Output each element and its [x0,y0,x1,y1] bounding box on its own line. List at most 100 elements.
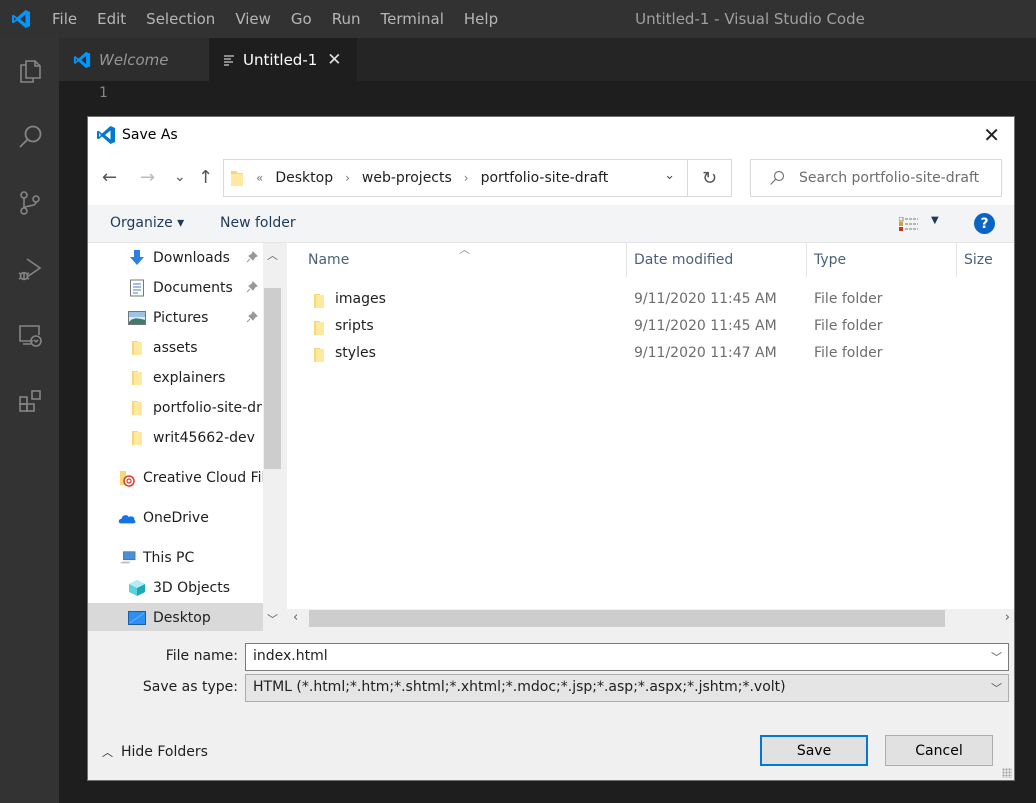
creative-cloud-icon [118,469,136,487]
back-button[interactable]: ← [102,167,117,188]
menu-go[interactable]: Go [281,0,322,38]
window-title: Untitled-1 - Visual Studio Code [635,10,865,28]
dialog-title: Save As [122,127,178,143]
new-folder-button[interactable]: New folder [220,215,296,231]
menu-view[interactable]: View [225,0,281,38]
menu-run[interactable]: Run [322,0,371,38]
column-header-name[interactable]: Name [308,243,349,277]
nav-item-label: Creative Cloud File [143,470,263,486]
save-button[interactable]: Save [760,735,868,766]
folder-icon [313,320,325,340]
nav-item-downloads[interactable]: Downloads [128,243,258,273]
file-row[interactable]: styles 9/11/2020 11:47 AM File folder [287,341,1014,368]
scroll-left-icon[interactable]: ‹ [293,610,298,625]
run-debug-icon[interactable] [0,236,59,302]
breadcrumb-desktop[interactable]: Desktop [275,170,333,186]
nav-item-pictures[interactable]: Pictures [128,303,258,333]
file-name: images [335,291,386,307]
nav-item-creative-cloud-files[interactable]: Creative Cloud File [118,463,263,493]
file-row[interactable]: images 9/11/2020 11:45 AM File folder [287,287,1014,314]
breadcrumb-separator[interactable]: › [345,171,350,185]
hide-folders-button[interactable]: ︿ Hide Folders [102,744,208,760]
menu-terminal[interactable]: Terminal [371,0,454,38]
cancel-button[interactable]: Cancel [885,735,993,766]
save-as-type-select[interactable]: HTML (*.html;*.htm;*.shtml;*.xhtml;*.mdo… [245,674,1009,702]
source-control-icon[interactable] [0,170,59,236]
column-header-size[interactable]: Size [964,243,993,277]
menu-edit[interactable]: Edit [87,0,136,38]
nav-item-3d-objects[interactable]: 3D Objects [128,573,230,603]
nav-item-label: assets [153,340,198,356]
nav-item-label: 3D Objects [153,580,231,596]
save-as-type-label: Save as type: [142,679,238,695]
chevron-down-icon[interactable]: ⌄ [664,168,675,183]
tab-label: Untitled-1 [243,50,318,69]
column-divider[interactable] [956,243,957,277]
overflow-chevron[interactable]: « [256,171,263,185]
scrollbar-thumb[interactable] [309,610,945,627]
file-list-hscrollbar[interactable]: ‹ › [287,609,1014,628]
nav-pane-scrollbar[interactable]: ︿ ﹀ [263,243,282,631]
chevron-down-icon[interactable]: ﹀ [991,680,1002,696]
breadcrumb-separator[interactable]: › [464,171,469,185]
tab-untitled-1[interactable]: Untitled-1 ✕ [209,38,357,81]
column-divider[interactable] [806,243,807,277]
nav-item-desktop[interactable]: Desktop [128,603,211,631]
menu-file[interactable]: File [42,0,87,38]
remote-explorer-icon[interactable] [0,302,59,368]
nav-item-writ45662-dev[interactable]: writ45662-dev [128,423,255,453]
chevron-up-icon: ︿ [102,746,113,759]
folder-icon [313,293,325,313]
scroll-right-icon[interactable]: › [1005,610,1010,625]
search-box[interactable]: Search portfolio-site-draft [750,159,1002,197]
nav-item-this-pc[interactable]: This PC [118,543,194,573]
nav-item-label: Pictures [153,310,209,326]
view-dropdown-icon[interactable]: ▼ [931,215,939,226]
folder-icon [230,169,244,187]
recent-locations-button[interactable]: ⌄ [174,169,186,185]
file-date: 9/11/2020 11:45 AM [634,318,777,334]
file-name-value: index.html [253,648,328,664]
scroll-down-icon[interactable]: ﹀ [267,611,278,627]
nav-item-explainers[interactable]: explainers [128,363,225,393]
dialog-close-button[interactable]: ✕ [983,125,1000,145]
menu-help[interactable]: Help [454,0,508,38]
breadcrumb-web-projects[interactable]: web-projects [362,170,452,186]
search-icon[interactable] [0,104,59,170]
column-header-date-modified[interactable]: Date modified [634,243,733,277]
menu-selection[interactable]: Selection [136,0,225,38]
column-divider[interactable] [626,243,627,277]
tab-welcome[interactable]: Welcome [59,38,209,81]
refresh-button[interactable]: ↻ [688,159,732,197]
chevron-down-icon[interactable]: ﹀ [991,649,1002,665]
nav-item-documents[interactable]: Documents [128,273,258,303]
breadcrumb-portfolio-site-draft[interactable]: portfolio-site-draft [481,170,609,186]
scroll-up-icon[interactable]: ︿ [267,247,278,263]
nav-item-label: Downloads [153,250,230,266]
nav-item-label: OneDrive [143,510,209,526]
organize-button[interactable]: Organize ▾ [110,215,184,231]
pin-icon [246,281,258,297]
up-button[interactable]: ↑ [198,167,213,188]
explorer-icon[interactable] [0,38,59,104]
view-options-icon[interactable] [899,217,919,231]
file-date: 9/11/2020 11:47 AM [634,345,777,361]
nav-item-label: explainers [153,370,226,386]
extensions-icon[interactable] [0,368,59,434]
column-header-type[interactable]: Type [814,243,846,277]
nav-item-portfolio-site-draft[interactable]: portfolio-site-dr [128,393,262,423]
hide-folders-label: Hide Folders [121,744,208,760]
forward-button[interactable]: → [140,167,155,188]
pictures-icon [128,309,146,327]
scrollbar-thumb[interactable] [264,288,281,469]
file-type: File folder [814,318,883,334]
close-tab-icon[interactable]: ✕ [327,50,341,70]
nav-item-assets[interactable]: assets [128,333,198,363]
file-row[interactable]: sripts 9/11/2020 11:45 AM File folder [287,314,1014,341]
file-name-input[interactable]: index.html ﹀ [245,643,1009,671]
help-button[interactable]: ? [974,213,995,234]
folder-icon [128,399,146,417]
resize-grip[interactable] [1002,768,1012,778]
address-bar[interactable]: « Desktop › web-projects › portfolio-sit… [223,159,688,197]
nav-item-onedrive[interactable]: OneDrive [118,503,209,533]
